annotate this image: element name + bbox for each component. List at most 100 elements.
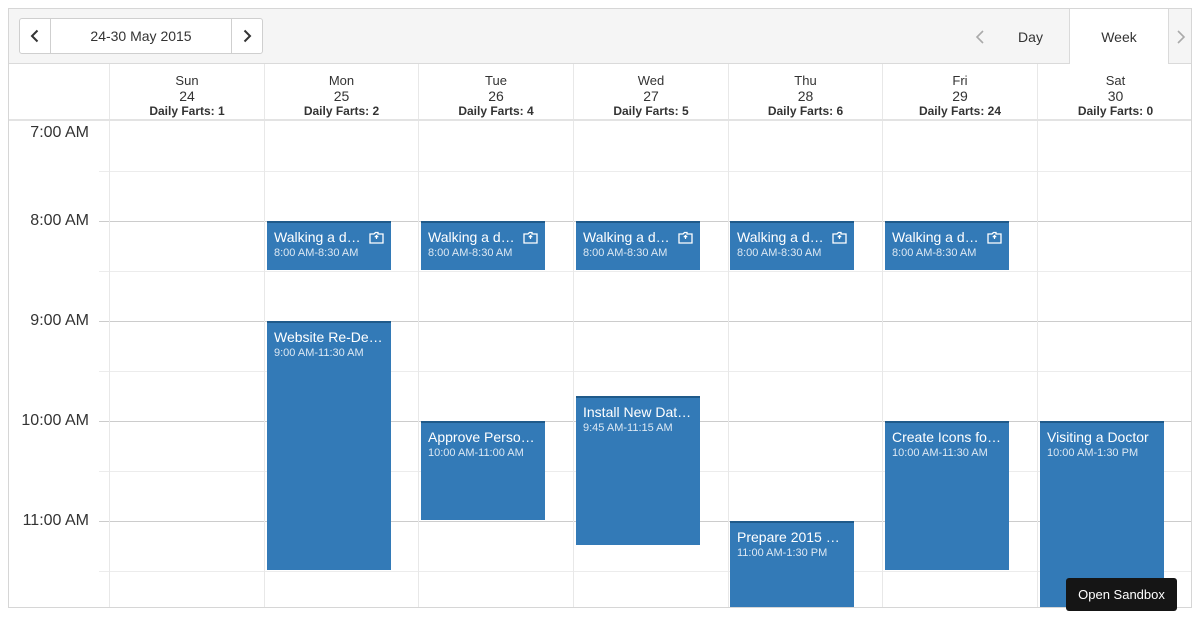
day-name: Thu <box>794 73 817 88</box>
view-scroll-right-button[interactable] <box>1169 9 1191 64</box>
day-name: Wed <box>637 73 665 88</box>
chevron-right-icon <box>243 29 252 43</box>
view-scroll-left-button[interactable] <box>968 9 992 64</box>
day-stat: Daily Farts: 24 <box>918 104 1002 118</box>
event-time: 10:00 AM-1:30 PM <box>1047 447 1139 459</box>
day-stat: Daily Farts: 5 <box>613 104 689 118</box>
time-label: 11:00 AM <box>22 512 89 529</box>
scheduler: 24-30 May 2015 Day Week Sun 24 Daily Far… <box>8 8 1192 608</box>
day-name: Tue <box>485 73 507 88</box>
event-walking-dog-wed[interactable]: Walking a dog 8:00 AM-8:30 AM <box>576 221 700 270</box>
event-time: 9:45 AM-11:15 AM <box>583 422 673 434</box>
day-stat: Daily Farts: 2 <box>303 104 380 118</box>
prev-week-button[interactable] <box>20 19 50 53</box>
event-title: Walking a dog <box>583 229 670 245</box>
event-time: 9:00 AM-11:30 AM <box>274 347 364 359</box>
slot-line <box>99 571 1191 572</box>
hour-line <box>99 321 1191 322</box>
tab-week[interactable]: Week <box>1069 9 1169 65</box>
chevron-right-icon <box>1177 29 1186 44</box>
day-column-line <box>573 121 574 607</box>
event-install-database[interactable]: Install New Data... 9:45 AM-11:15 AM <box>576 396 700 545</box>
day-date: 27 <box>643 88 659 104</box>
event-prepare-2015[interactable]: Prepare 2015 M... 11:00 AM-1:30 PM <box>730 521 854 607</box>
event-title: Create Icons for... <box>892 429 1002 445</box>
day-date: 29 <box>952 88 968 104</box>
event-time: 11:00 AM-1:30 PM <box>737 547 828 559</box>
day-column-line <box>882 121 883 607</box>
scheduler-toolbar: 24-30 May 2015 Day Week <box>9 9 1191 65</box>
next-week-button[interactable] <box>232 19 262 53</box>
event-time: 8:00 AM-8:30 AM <box>274 247 359 259</box>
tab-day[interactable]: Day <box>992 9 1069 64</box>
day-name: Sun <box>175 73 199 88</box>
date-range-label[interactable]: 24-30 May 2015 <box>50 19 232 53</box>
event-title: Walking a dog <box>737 229 824 245</box>
event-approve-personnel[interactable]: Approve Person... 10:00 AM-11:00 AM <box>421 421 545 520</box>
recurring-event-icon <box>832 231 847 244</box>
day-name: Sat <box>1105 73 1126 88</box>
day-date: 30 <box>1107 88 1124 104</box>
event-title: Visiting a Doctor <box>1047 429 1149 445</box>
day-column-line <box>264 121 265 607</box>
event-time: 8:00 AM-8:30 AM <box>892 247 977 259</box>
day-header-fri[interactable]: Fri 29 Daily Farts: 24 <box>882 64 1037 119</box>
event-title: Website Re-Des... <box>274 329 384 345</box>
event-title: Approve Person... <box>428 429 538 445</box>
day-column-line <box>109 121 110 607</box>
recurring-event-icon <box>678 231 693 244</box>
time-label: 9:00 AM <box>30 312 89 329</box>
day-name: Fri <box>952 73 968 88</box>
time-label: 10:00 AM <box>21 412 89 429</box>
event-walking-dog-fri[interactable]: Walking a dog 8:00 AM-8:30 AM <box>885 221 1009 270</box>
slot-line <box>99 371 1191 372</box>
day-header-sat[interactable]: Sat 30 Daily Farts: 0 <box>1037 64 1191 119</box>
slot-line <box>99 271 1191 272</box>
event-time: 8:00 AM-8:30 AM <box>428 247 513 259</box>
event-title: Walking a dog <box>428 229 515 245</box>
event-title: Prepare 2015 M... <box>737 529 847 545</box>
event-title: Walking a dog <box>274 229 361 245</box>
event-walking-dog-thu[interactable]: Walking a dog 8:00 AM-8:30 AM <box>730 221 854 270</box>
day-date: 24 <box>179 88 195 104</box>
day-stat: Daily Farts: 6 <box>767 104 844 118</box>
day-header-thu[interactable]: Thu 28 Daily Farts: 6 <box>728 64 882 119</box>
day-header-mon[interactable]: Mon 25 Daily Farts: 2 <box>264 64 418 119</box>
day-header-tue[interactable]: Tue 26 Daily Farts: 4 <box>418 64 573 119</box>
day-header-wed[interactable]: Wed 27 Daily Farts: 5 <box>573 64 728 119</box>
day-date: 25 <box>333 88 350 104</box>
recurring-event-icon <box>523 231 538 244</box>
day-stat: Daily Farts: 0 <box>1077 104 1154 118</box>
day-stat: Daily Farts: 4 <box>458 104 534 118</box>
day-header-row: Sun 24 Daily Farts: 1 Mon 25 Daily Farts… <box>9 64 1191 121</box>
day-stat: Daily Farts: 1 <box>149 104 225 118</box>
day-column-line <box>418 121 419 607</box>
recurring-event-icon <box>369 231 384 244</box>
time-label: 7:00 AM <box>30 124 89 141</box>
view-switcher: Day Week <box>968 9 1191 65</box>
day-column-line <box>728 121 729 607</box>
day-header-sun[interactable]: Sun 24 Daily Farts: 1 <box>109 64 264 119</box>
open-sandbox-button[interactable]: Open Sandbox <box>1066 578 1177 611</box>
event-title: Walking a dog <box>892 229 979 245</box>
chevron-left-icon <box>975 29 984 44</box>
slot-line <box>99 171 1191 172</box>
chevron-left-icon <box>30 29 39 43</box>
event-time: 8:00 AM-8:30 AM <box>583 247 668 259</box>
recurring-event-icon <box>987 231 1002 244</box>
event-time: 10:00 AM-11:00 AM <box>428 447 524 459</box>
event-time: 10:00 AM-11:30 AM <box>892 447 988 459</box>
time-label: 8:00 AM <box>30 212 89 229</box>
date-navigator: 24-30 May 2015 <box>19 18 263 54</box>
time-grid: 7:00 AM 8:00 AM 9:00 AM 10:00 AM 11:00 A… <box>9 121 1191 607</box>
day-column-line <box>1037 121 1038 607</box>
day-name: Mon <box>328 73 355 88</box>
day-date: 26 <box>488 88 504 104</box>
event-time: 8:00 AM-8:30 AM <box>737 247 822 259</box>
event-walking-dog-mon[interactable]: Walking a dog 8:00 AM-8:30 AM <box>267 221 391 270</box>
event-create-icons[interactable]: Create Icons for... 10:00 AM-11:30 AM <box>885 421 1009 570</box>
event-website-redesign[interactable]: Website Re-Des... 9:00 AM-11:30 AM <box>267 321 391 570</box>
event-walking-dog-tue[interactable]: Walking a dog 8:00 AM-8:30 AM <box>421 221 545 270</box>
event-title: Install New Data... <box>583 404 693 420</box>
day-date: 28 <box>797 88 814 104</box>
